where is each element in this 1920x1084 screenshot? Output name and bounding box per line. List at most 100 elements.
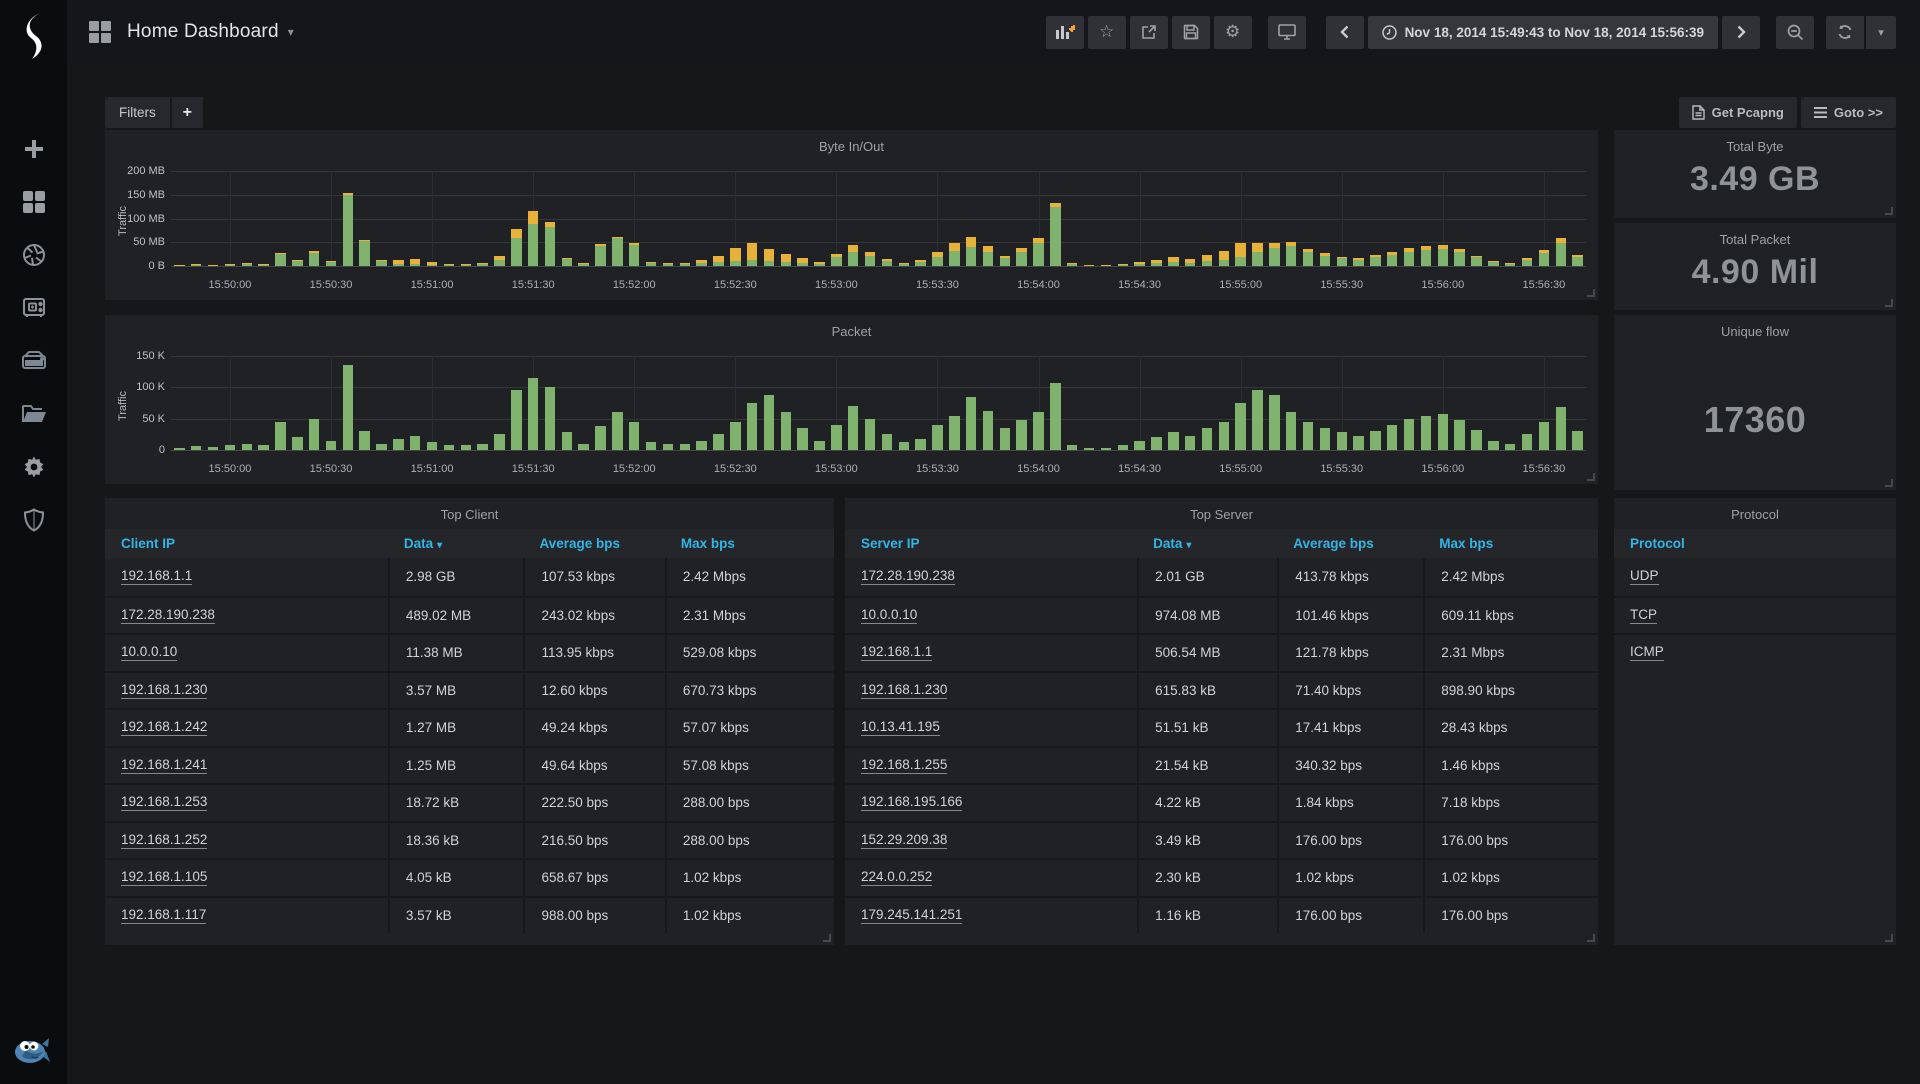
vault-icon[interactable]: [21, 295, 47, 321]
cycle-view-button[interactable]: [1268, 16, 1306, 49]
link[interactable]: 10.0.0.10: [861, 607, 917, 624]
column-header-max-bps[interactable]: Max bps: [1423, 536, 1598, 551]
add-icon[interactable]: [21, 136, 47, 162]
link[interactable]: 224.0.0.252: [861, 869, 932, 886]
column-header-average-bps[interactable]: Average bps: [1277, 536, 1423, 551]
link[interactable]: 192.168.1.1: [121, 568, 192, 585]
panel-title[interactable]: Protocol: [1614, 498, 1896, 522]
chart-bar: [528, 211, 538, 224]
link[interactable]: 172.28.190.238: [121, 607, 215, 624]
panel-title[interactable]: Byte In/Out: [105, 130, 1598, 154]
column-header-data[interactable]: Data▾: [1137, 536, 1277, 551]
column-header-server-ip[interactable]: Server IP: [845, 536, 1137, 551]
dashboard-settings-button[interactable]: ⚙: [1214, 16, 1252, 49]
security-shield-icon[interactable]: [21, 507, 47, 533]
settings-icon[interactable]: [21, 454, 47, 480]
dashboard-title[interactable]: Home Dashboard: [127, 21, 279, 43]
refresh-button[interactable]: [1826, 16, 1864, 49]
unique-flow-panel: Unique flow 17360: [1614, 315, 1896, 490]
chart-bar: [1168, 262, 1178, 266]
panel-title[interactable]: Total Packet: [1614, 223, 1896, 247]
column-header-max-bps[interactable]: Max bps: [665, 536, 834, 551]
link[interactable]: 192.168.1.252: [121, 832, 207, 849]
star-button[interactable]: ☆: [1088, 16, 1126, 49]
table-body: UDP TCP ICMP: [1614, 558, 1896, 671]
sort-caret-icon: ▾: [437, 540, 442, 551]
table-cell: 179.245.141.251: [845, 898, 1137, 934]
link[interactable]: 192.168.1.253: [121, 794, 207, 811]
app-logo[interactable]: [14, 10, 52, 62]
chart-bar: [225, 265, 235, 266]
link[interactable]: 10.13.41.195: [861, 719, 940, 736]
column-header-client-ip[interactable]: Client IP: [105, 536, 388, 551]
chart-bar: [1101, 448, 1111, 451]
add-panel-button[interactable]: [1046, 16, 1084, 49]
link[interactable]: TCP: [1630, 607, 1657, 624]
time-forward-button[interactable]: [1722, 16, 1760, 49]
link[interactable]: 179.245.141.251: [861, 907, 962, 924]
link[interactable]: 10.0.0.10: [121, 644, 177, 661]
grid-line: [171, 219, 1586, 220]
chart-bar: [1067, 264, 1077, 266]
table-cell: 2.98 GB: [388, 558, 524, 596]
storage-icon[interactable]: [21, 348, 47, 374]
chart-bar: [1353, 260, 1363, 266]
share-button[interactable]: [1130, 16, 1168, 49]
filters-button[interactable]: Filters: [105, 97, 170, 128]
link[interactable]: 192.168.1.241: [121, 757, 207, 774]
column-header-protocol[interactable]: Protocol: [1614, 536, 1896, 551]
add-filter-button[interactable]: +: [170, 97, 203, 128]
panel-title[interactable]: Total Byte: [1614, 130, 1896, 154]
chart-bar: [1050, 207, 1060, 266]
link[interactable]: 192.168.1.230: [861, 682, 947, 699]
zoom-out-button[interactable]: [1776, 16, 1814, 49]
time-range-button[interactable]: Nov 18, 2014 15:49:43 to Nov 18, 2014 15…: [1368, 16, 1718, 49]
folder-icon[interactable]: [21, 401, 47, 427]
chart-bar: [1421, 250, 1431, 266]
chart-bar: [1118, 265, 1128, 266]
link[interactable]: 192.168.1.105: [121, 869, 207, 886]
link[interactable]: 192.168.1.1: [861, 644, 932, 661]
chart-bar: [663, 444, 673, 450]
column-header-average-bps[interactable]: Average bps: [523, 536, 664, 551]
chart-bar: [191, 446, 201, 450]
chart-bar: [1320, 253, 1330, 255]
fish-logo[interactable]: [12, 1034, 52, 1070]
goto-button[interactable]: Goto >>: [1801, 97, 1896, 128]
chart-bar: [410, 436, 420, 450]
link[interactable]: 192.168.1.117: [121, 907, 206, 924]
dashboards-icon[interactable]: [21, 189, 47, 215]
link[interactable]: ICMP: [1630, 644, 1664, 661]
panel-title[interactable]: Top Client: [105, 498, 834, 522]
table-cell: 222.50 bps: [523, 785, 664, 821]
chart-bar: [1202, 261, 1212, 266]
chart-bar: [814, 441, 824, 450]
panel-title[interactable]: Top Server: [845, 498, 1598, 522]
link[interactable]: 192.168.195.166: [861, 794, 962, 811]
table-row: 192.168.1.25218.36 kB216.50 bps288.00 bp…: [105, 821, 834, 859]
refresh-interval-button[interactable]: ▾: [1866, 16, 1896, 49]
column-header-data[interactable]: Data▾: [388, 536, 524, 551]
chart-bar: [713, 434, 723, 450]
link[interactable]: 192.168.1.255: [861, 757, 947, 774]
get-pcapng-button[interactable]: Get Pcapng: [1679, 97, 1797, 128]
link[interactable]: 192.168.1.230: [121, 682, 207, 699]
chart-bar: [713, 256, 723, 263]
dashboard-caret-icon[interactable]: ▾: [288, 25, 294, 39]
chart-bar: [1370, 257, 1380, 266]
table-cell: 506.54 MB: [1137, 635, 1277, 671]
save-button[interactable]: [1172, 16, 1210, 49]
link[interactable]: 172.28.190.238: [861, 568, 955, 585]
panel-title[interactable]: Unique flow: [1614, 315, 1896, 339]
time-back-button[interactable]: [1326, 16, 1364, 49]
chart-bar: [1151, 263, 1161, 266]
link[interactable]: 152.29.209.38: [861, 832, 947, 849]
dashboard-grid-icon[interactable]: [89, 21, 111, 43]
chart-bar: [309, 253, 319, 266]
chart-bar: [966, 397, 976, 450]
panel-title[interactable]: Packet: [105, 315, 1598, 339]
link[interactable]: 192.168.1.242: [121, 719, 207, 736]
aperture-icon[interactable]: [21, 242, 47, 268]
chart-bar: [1118, 445, 1128, 450]
link[interactable]: UDP: [1630, 568, 1659, 585]
